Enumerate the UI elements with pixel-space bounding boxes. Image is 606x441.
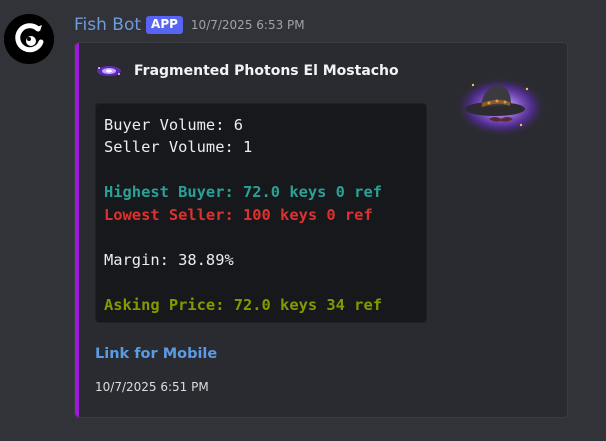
photon-sparkle-icon (97, 66, 121, 76)
message-header: Fish Bot APP 10/7/2025 6:53 PM (74, 13, 305, 37)
buyer-volume-line: Buyer Volume: 6 (104, 116, 243, 134)
message-timestamp[interactable]: 10/7/2025 6:53 PM (191, 18, 305, 32)
embed-accent-bar (75, 43, 79, 417)
embed-footer-timestamp: 10/7/2025 6:51 PM (95, 380, 209, 394)
bot-avatar[interactable] (4, 14, 54, 64)
fish-bot-avatar-icon (4, 14, 54, 64)
embed-author-name: Fragmented Photons El Mostacho (134, 63, 399, 79)
margin-line: Margin: 38.89% (104, 251, 234, 269)
lowest-seller-line: Lowest Seller: 100 keys 0 ref (104, 206, 373, 224)
mobile-link[interactable]: Link for Mobile (95, 346, 217, 362)
seller-volume-line: Seller Volume: 1 (104, 138, 253, 156)
price-code-block: Buyer Volume: 6 Seller Volume: 1 Highest… (95, 103, 427, 323)
app-badge: APP (146, 16, 183, 34)
highest-buyer-line: Highest Buyer: 72.0 keys 0 ref (104, 183, 382, 201)
mustache-hat-item-icon[interactable] (453, 67, 549, 139)
embed-author: Fragmented Photons El Mostacho (95, 61, 399, 81)
embed: Fragmented Photons El Mostacho Buyer Vol… (74, 42, 568, 418)
author-name[interactable]: Fish Bot (74, 15, 141, 35)
asking-price-line: Asking Price: 72.0 keys 34 ref (104, 296, 382, 314)
